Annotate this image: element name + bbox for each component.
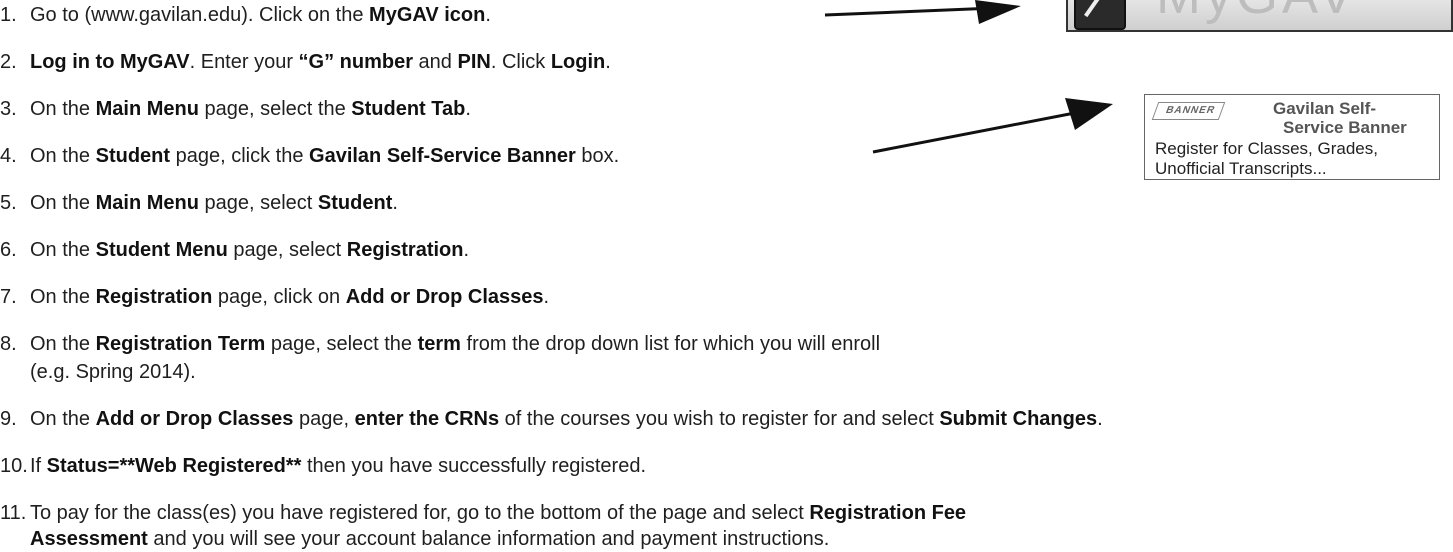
step-number: 11. (0, 502, 27, 524)
step-9: 9. On the Add or Drop Classes page, enter… (0, 408, 1103, 430)
step-6: 6. On the Student Menu page, select Regis… (0, 239, 470, 261)
step-number: 3. (0, 98, 17, 120)
step-number: 5. (0, 192, 17, 214)
instruction-list: 1. Go to (www.gavilan.edu). Click on the … (0, 0, 1453, 550)
step-number: 6. (0, 239, 17, 261)
step-number: 7. (0, 286, 17, 308)
mygav-logo: MyGAV (1066, 0, 1453, 32)
step-5: 5. On the Main Menu page, select Student. (0, 192, 398, 214)
step-2: 2. Log in to MyGAV. Enter your “G” number… (0, 51, 611, 73)
step-8-continuation: (e.g. Spring 2014). (30, 361, 196, 383)
step-number: 9. (0, 408, 17, 430)
mygav-wordmark: MyGAV (1156, 0, 1358, 22)
banner-description: Register for Classes, Grades, Unofficial… (1155, 139, 1378, 178)
step-10: 10. If Status=**Web Registered** then you… (0, 455, 647, 477)
step-number: 10. (0, 455, 28, 477)
step-11: 11. To pay for the class(es) you have reg… (0, 502, 967, 524)
step-1: 1. Go to (www.gavilan.edu). Click on the … (0, 4, 491, 26)
step-7: 7. On the Registration page, click on Add… (0, 286, 550, 308)
step-8: 8. On the Registration Term page, select … (0, 333, 881, 355)
banner-self-service-box: BANNER Gavilan Self- Service Banner Regi… (1144, 94, 1440, 180)
step-4: 4. On the Student page, click the Gavilan… (0, 145, 620, 167)
banner-logo: BANNER (1151, 102, 1226, 120)
step-number: 1. (0, 4, 17, 26)
arrow-to-mygav-icon (824, 0, 1021, 24)
step-number: 4. (0, 145, 17, 167)
step-3: 3. On the Main Menu page, select the Stud… (0, 98, 471, 120)
arrow-to-banner-icon (872, 98, 1113, 154)
step-number: 8. (0, 333, 17, 355)
step-number: 2. (0, 51, 17, 73)
arrow-pointer-icon (1074, 0, 1126, 30)
banner-title: Gavilan Self- Service Banner (1273, 99, 1407, 137)
step-11-continuation: Assessment and you will see your account… (30, 528, 830, 550)
